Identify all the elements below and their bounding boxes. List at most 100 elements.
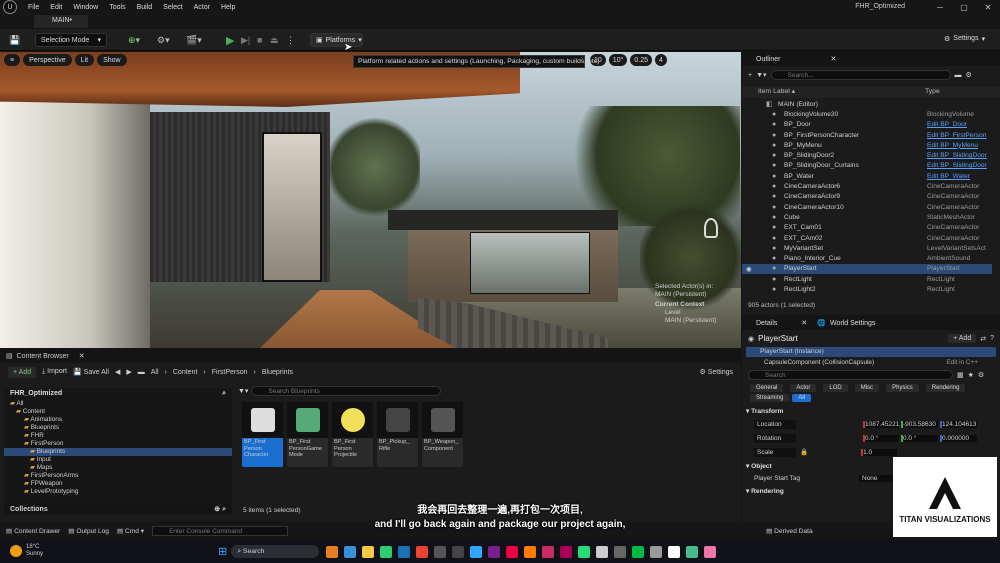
folder-tree-item[interactable]: ▰ FPWeapon (4, 480, 232, 488)
filter-lod[interactable]: LOD (823, 384, 848, 392)
taskbar-app-icon[interactable] (398, 545, 411, 558)
menu-window[interactable]: Window (73, 4, 98, 11)
camera-speed-button[interactable]: 4 (655, 54, 667, 66)
taskbar-app-icon[interactable] (506, 545, 519, 558)
instance-row[interactable]: PlayerStart (Instance) (746, 347, 996, 357)
help-icon[interactable]: ? (990, 335, 994, 342)
taskbar-app-icon[interactable] (650, 545, 663, 558)
menu-edit[interactable]: Edit (50, 4, 62, 11)
outliner-row[interactable]: ● MyVariantSet LevelVariantSetsAct (742, 243, 992, 253)
cinematics-icon[interactable]: 🎬▾ (186, 35, 202, 46)
level-viewport[interactable] (0, 52, 741, 348)
outliner-row[interactable]: ● RectLight RectLight (742, 274, 992, 284)
filter-streaming[interactable]: Streaming (750, 394, 790, 402)
taskbar-app-icon[interactable] (344, 545, 357, 558)
outliner-row[interactable]: ● CineCameraActor9 CineCameraActor (742, 192, 992, 202)
rotation-x-field[interactable]: 0.0 ° (863, 434, 899, 442)
column-type[interactable]: Type (925, 86, 940, 98)
menu-actor[interactable]: Actor (194, 4, 210, 11)
outliner-row[interactable]: ● BP_FirstPersonCharacter Edit BP_FirstPer… (742, 130, 992, 140)
outliner-row[interactable]: ● Cube StaticMeshActor (742, 212, 992, 222)
lock-icon[interactable]: 🔒 (800, 448, 808, 456)
outliner-row[interactable]: ● BlockingVolume30 BlockingVolume (742, 109, 992, 119)
save-icon[interactable]: 💾 (9, 35, 20, 46)
outliner-row[interactable]: ● CineCameraActor10 CineCameraActor (742, 202, 992, 212)
folder-tree-item[interactable]: ▰ Input (4, 456, 232, 464)
player-start-tag-field[interactable]: None (859, 474, 895, 482)
folder-tree-item[interactable]: ▰ Animations (4, 416, 232, 424)
taskbar-app-icon[interactable] (632, 545, 645, 558)
stop-icon[interactable]: ■ (257, 35, 262, 45)
location-label[interactable]: Location (754, 419, 796, 429)
star-icon[interactable]: ★ (968, 371, 974, 379)
visibility-eye-icon[interactable]: ◉ (746, 265, 752, 273)
scale-field[interactable]: 1.0 (861, 448, 898, 456)
folder-tree-item[interactable]: ▰ Maps (4, 464, 232, 472)
search-icon[interactable]: ⌕ (222, 390, 226, 398)
filter-all[interactable]: All (792, 394, 812, 402)
angle-snap-button[interactable]: 10° (608, 54, 628, 66)
outliner-row[interactable]: ● BP_SlidingDoor_Curtains Edit BP_SlidingD… (742, 161, 992, 171)
taskbar-app-icon[interactable] (578, 545, 591, 558)
taskbar-app-icon[interactable] (596, 545, 609, 558)
outliner-item-type[interactable]: Edit BP_Door (927, 121, 967, 128)
taskbar-app-icon[interactable] (560, 545, 573, 558)
grid-icon[interactable]: ▦ (957, 371, 964, 379)
outliner-item-type[interactable]: Edit BP_Water (927, 173, 970, 180)
folder-icon[interactable]: ▬ (955, 72, 962, 79)
outliner-search[interactable]: Search... (770, 70, 951, 80)
folder-tree-item[interactable]: ▰ Blueprints (4, 424, 232, 432)
outliner-row[interactable]: ◧ MAIN (Editor) (742, 99, 992, 109)
menu-build[interactable]: Build (137, 4, 153, 11)
outliner-item-type[interactable]: Edit BP_FirstPerson (927, 132, 986, 139)
outliner-row[interactable]: ● CineCameraActor6 CineCameraActor (742, 181, 992, 191)
forward-icon[interactable]: ▶ (126, 368, 131, 376)
taskbar-app-icon[interactable] (434, 545, 447, 558)
outliner-row[interactable]: ● Piano_Interior_Cue AmbientSound (742, 253, 992, 263)
breadcrumb-blueprints[interactable]: Blueprints (262, 369, 293, 376)
taskbar-app-icon[interactable] (380, 545, 393, 558)
folder-tree-item[interactable]: ▰ FHR (4, 432, 232, 440)
world-settings-tab[interactable]: World Settings (830, 320, 875, 327)
rotation-y-field[interactable]: 0.0 ° (901, 434, 938, 442)
menu-file[interactable]: File (28, 4, 39, 11)
taskbar-search[interactable]: ⌕ Search (231, 545, 320, 558)
breadcrumb-content[interactable]: Content (173, 369, 198, 376)
asset-tile[interactable]: BP_Weapon_ Component (422, 402, 463, 467)
outliner-row[interactable]: ● BP_Door Edit BP_Door (742, 120, 992, 130)
folder-tree-item[interactable]: ▰ Content (4, 408, 232, 416)
add-icon[interactable]: + (748, 72, 752, 79)
cb-settings-button[interactable]: ⚙ Settings (699, 368, 733, 376)
asset-tile[interactable]: BP_First Person Character (242, 402, 283, 467)
import-button[interactable]: ⤓ Import (42, 368, 67, 376)
add-actor-icon[interactable]: ⊕▾ (128, 35, 140, 46)
menu-select[interactable]: Select (163, 4, 182, 11)
taskbar-app-icon[interactable] (416, 545, 429, 558)
filter-actor[interactable]: Actor (790, 384, 817, 392)
minimize-icon[interactable]: ─ (928, 3, 952, 12)
tab-main[interactable]: MAIN• (34, 15, 88, 28)
folder-tree-item[interactable]: ▰ Blueprints (4, 448, 232, 456)
play-icon[interactable]: ▶ (226, 34, 234, 47)
taskbar-app-icon[interactable] (326, 545, 339, 558)
blueprint-icon[interactable]: ⚙▾ (157, 35, 170, 46)
selection-mode-dropdown[interactable]: Selection Mode ▾ (35, 33, 107, 47)
transform-section-header[interactable]: ▾ Transform (742, 404, 1000, 418)
outliner-item-type[interactable]: Edit BP_SlidingDoor (927, 152, 987, 159)
more-options-icon[interactable]: ⋮ (286, 35, 295, 46)
taskbar-app-icon[interactable] (704, 545, 717, 558)
taskbar-app-icon[interactable] (470, 545, 483, 558)
breadcrumb-firstperson[interactable]: FirstPerson (212, 369, 248, 376)
menu-help[interactable]: Help (221, 4, 235, 11)
filter-physics[interactable]: Physics (886, 384, 919, 392)
taskbar-app-icon[interactable] (452, 545, 465, 558)
outliner-row[interactable]: ● PlayerStart PlayerStart ◉ (742, 263, 992, 275)
add-component-button[interactable]: + Add (948, 334, 977, 343)
rotation-z-field[interactable]: 0.000000 (940, 434, 977, 442)
folder-icon[interactable]: ▬ (138, 369, 145, 376)
close-icon[interactable]: ✕ (801, 319, 807, 327)
player-start-gizmo-icon[interactable] (704, 218, 718, 238)
taskbar-app-icon[interactable] (614, 545, 627, 558)
location-z-field[interactable]: 124.104613 (940, 420, 977, 428)
blueprint-icon[interactable]: ⇄ (980, 335, 986, 343)
